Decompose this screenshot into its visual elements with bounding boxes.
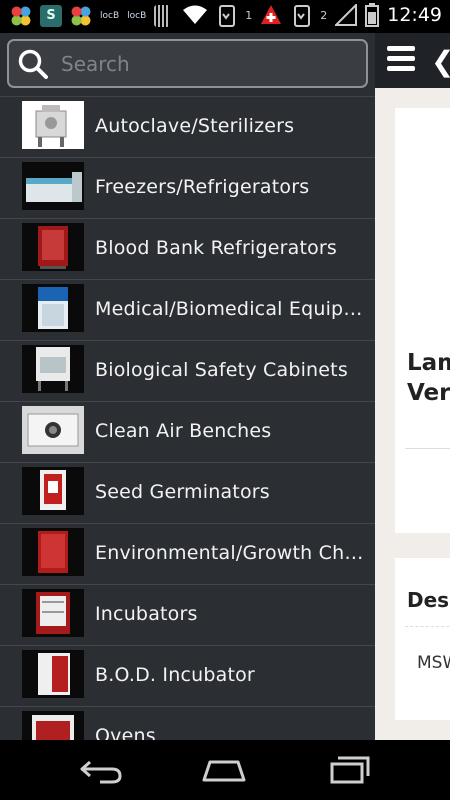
system-icons: 1 2 12:49 xyxy=(183,2,442,28)
app-bar: ❮ xyxy=(375,33,450,88)
category-label: Freezers/Refrigerators xyxy=(95,176,310,198)
bod-incubator-thumbnail xyxy=(22,650,84,698)
description-divider xyxy=(405,626,450,627)
safety-cabinet-thumbnail xyxy=(22,345,84,393)
phone-sim1-icon xyxy=(219,5,236,27)
category-label: B.O.D. Incubator xyxy=(95,664,255,686)
category-item[interactable]: Incubators xyxy=(0,585,375,646)
category-item[interactable]: Biological Safety Cabinets xyxy=(0,341,375,402)
category-item[interactable]: Environmental/Growth Cha… xyxy=(0,524,375,585)
medical-equipment-thumbnail xyxy=(22,284,84,332)
app-content-panel: ❮ Lam Vert Desc MSW xyxy=(375,33,450,740)
seed-germinator-thumbnail xyxy=(22,467,84,515)
search-input[interactable] xyxy=(61,48,351,80)
clean-air-bench-thumbnail xyxy=(22,406,84,454)
notification-icons: S locB locB xyxy=(10,5,171,27)
oven-thumbnail xyxy=(22,711,84,740)
category-label: Incubators xyxy=(95,603,198,625)
card-divider xyxy=(405,448,450,449)
description-card: Desc MSW xyxy=(395,558,450,720)
system-navigation-bar xyxy=(0,740,450,800)
category-item[interactable]: Ovens xyxy=(0,707,375,740)
clock: 12:49 xyxy=(387,4,442,26)
barcode-icon xyxy=(154,5,171,27)
category-label: Seed Germinators xyxy=(95,481,270,503)
product-title: Lam Vert xyxy=(407,348,450,408)
category-label: Blood Bank Refrigerators xyxy=(95,237,338,259)
swiss-flag-icon xyxy=(261,5,282,24)
s-app-icon: S xyxy=(40,5,62,27)
back-icon[interactable] xyxy=(76,754,124,786)
growth-chamber-thumbnail xyxy=(22,528,84,576)
category-label: Environmental/Growth Cha… xyxy=(95,542,367,564)
category-label: Autoclave/Sterilizers xyxy=(95,115,295,137)
category-item[interactable]: Seed Germinators xyxy=(0,463,375,524)
phone-sim2-icon xyxy=(294,5,311,27)
wifi-icon xyxy=(183,5,208,24)
signal-icon xyxy=(335,4,358,26)
product-title-line2: Vert xyxy=(407,380,450,406)
description-value: MSW xyxy=(417,653,450,673)
app-flower-icon xyxy=(10,5,32,27)
incubator-thumbnail xyxy=(22,589,84,637)
category-label: Clean Air Benches xyxy=(95,420,272,442)
locb-icon: locB xyxy=(127,11,147,21)
freezer-thumbnail xyxy=(22,162,84,210)
blood-bank-thumbnail xyxy=(22,223,84,271)
menu-icon[interactable] xyxy=(387,46,415,74)
recent-apps-icon[interactable] xyxy=(326,754,374,786)
app-flower-icon xyxy=(70,5,92,27)
locb-icon: locB xyxy=(100,11,120,21)
description-heading: Desc xyxy=(407,588,450,612)
status-bar: S locB locB 1 2 12:49 xyxy=(0,0,450,33)
category-list: Autoclave/Sterilizers Freezers/Refrigera… xyxy=(0,97,375,740)
category-label: Ovens xyxy=(95,725,156,740)
category-item[interactable]: Blood Bank Refrigerators xyxy=(0,219,375,280)
category-item[interactable]: Clean Air Benches xyxy=(0,402,375,463)
navigation-drawer: Autoclave/Sterilizers Freezers/Refrigera… xyxy=(0,33,375,740)
category-item[interactable]: Medical/Biomedical Equipm… xyxy=(0,280,375,341)
search-icon xyxy=(18,49,48,79)
product-title-line1: Lam xyxy=(407,350,450,376)
autoclave-thumbnail xyxy=(22,101,84,149)
category-label: Medical/Biomedical Equipm… xyxy=(95,298,367,320)
category-item[interactable]: Freezers/Refrigerators xyxy=(0,158,375,219)
sim1-label: 1 xyxy=(245,8,253,22)
battery-icon xyxy=(365,3,380,27)
screen: S locB locB 1 2 12:49 Lam Ver Des MS Sea… xyxy=(0,0,450,800)
home-icon[interactable] xyxy=(200,754,248,786)
category-item[interactable]: B.O.D. Incubator xyxy=(0,646,375,707)
search-box[interactable] xyxy=(7,39,368,88)
category-label: Biological Safety Cabinets xyxy=(95,359,348,381)
sim2-label: 2 xyxy=(320,8,328,22)
product-card: Lam Vert xyxy=(395,108,450,533)
back-chevron-icon[interactable]: ❮ xyxy=(431,45,450,78)
category-item[interactable]: Autoclave/Sterilizers xyxy=(0,97,375,158)
